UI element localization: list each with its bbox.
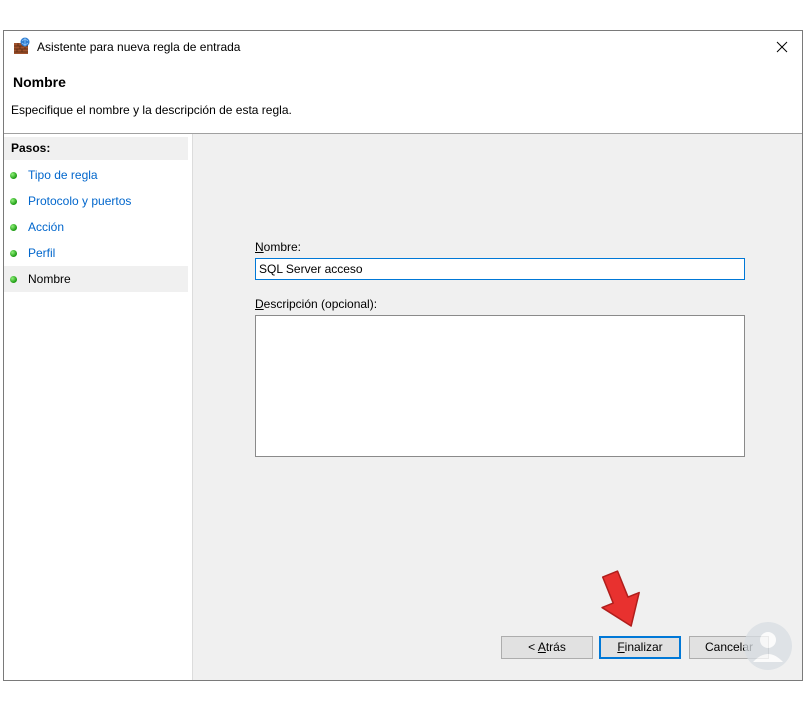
firewall-icon <box>13 37 31 55</box>
step-complete-icon <box>10 224 17 231</box>
window-title: Asistente para nueva regla de entrada <box>37 40 241 54</box>
steps-title: Pasos: <box>4 137 188 160</box>
step-complete-icon <box>10 172 17 179</box>
step-nombre: Nombre <box>4 266 188 292</box>
name-label: Nombre: <box>255 240 302 254</box>
step-label: Protocolo y puertos <box>28 194 132 208</box>
page-description: Especifique el nombre y la descripción d… <box>11 103 292 117</box>
finish-button[interactable]: Finalizar <box>599 636 681 659</box>
close-button[interactable] <box>762 31 802 62</box>
step-protocolo-y-puertos[interactable]: Protocolo y puertos <box>4 188 188 214</box>
step-accion[interactable]: Acción <box>4 214 188 240</box>
back-button[interactable]: < Atrás <box>501 636 593 659</box>
step-label: Tipo de regla <box>28 168 98 182</box>
step-current-icon <box>10 276 17 283</box>
step-complete-icon <box>10 250 17 257</box>
page-title: Nombre <box>13 74 66 90</box>
step-tipo-de-regla[interactable]: Tipo de regla <box>4 162 188 188</box>
step-label: Perfil <box>28 246 56 260</box>
step-perfil[interactable]: Perfil <box>4 240 188 266</box>
steps-panel: Pasos: Tipo de regla Protocolo y puertos… <box>4 134 192 680</box>
watermark-logo-icon <box>744 622 792 670</box>
name-input[interactable] <box>255 258 745 280</box>
description-textarea[interactable] <box>255 315 745 457</box>
close-icon <box>776 41 788 52</box>
annotation-arrow-icon <box>601 570 640 627</box>
main-panel: Nombre: Descripción (opcional): < Atrás … <box>192 134 802 680</box>
description-label: Descripción (opcional): <box>255 297 378 311</box>
step-label: Nombre <box>28 272 71 286</box>
title-bar: Asistente para nueva regla de entrada <box>4 31 802 62</box>
step-label: Acción <box>28 220 65 234</box>
step-complete-icon <box>10 198 17 205</box>
wizard-window: Asistente para nueva regla de entrada No… <box>3 30 803 681</box>
wizard-header: Nombre Especifique el nombre y la descri… <box>4 62 802 133</box>
